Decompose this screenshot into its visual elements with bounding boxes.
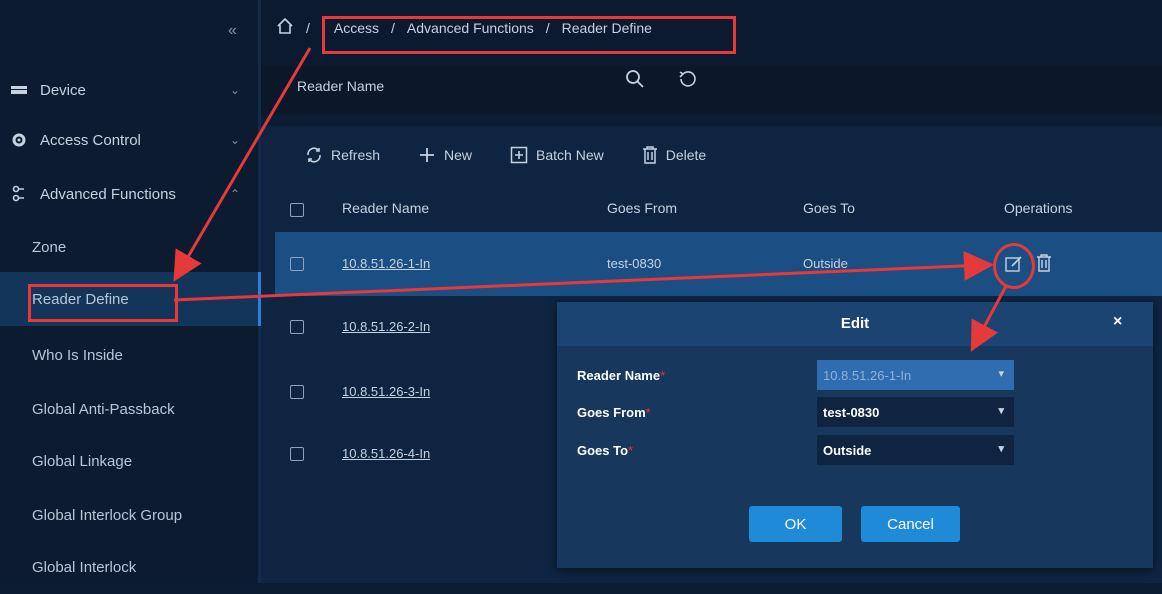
refresh-button[interactable]: Refresh — [305, 146, 380, 164]
search-icon[interactable] — [624, 68, 646, 93]
collapse-sidebar-icon[interactable]: « — [228, 22, 237, 40]
sidebar-group-access-control[interactable]: Access Control ⌄ — [0, 118, 258, 162]
sidebar-item-global-anti-passback[interactable]: Global Anti-Passback — [0, 382, 258, 436]
row-checkbox[interactable] — [290, 320, 304, 334]
ok-button[interactable]: OK — [749, 506, 842, 542]
field-label-goes-to: Goes To* — [577, 443, 633, 458]
toolbar: Refresh New Batch New Delete — [305, 146, 706, 164]
field-label-text: Reader Name — [577, 368, 661, 383]
reader-name-link[interactable]: 10.8.51.26-3-In — [342, 384, 430, 399]
close-icon[interactable]: × — [1113, 313, 1122, 331]
sidebar-item-zone[interactable]: Zone — [0, 220, 258, 274]
delete-label: Delete — [665, 147, 707, 163]
sidebar-item-label: Zone — [32, 238, 67, 256]
field-label-goes-from: Goes From* — [577, 405, 651, 420]
reader-name-link[interactable]: 10.8.51.26-1-In — [342, 256, 430, 271]
select-value: 10.8.51.26-1-In — [823, 367, 912, 383]
reader-define-highlight — [28, 284, 178, 322]
sidebar-group-device[interactable]: Device ⌄ — [0, 68, 258, 112]
sidebar-item-label: Global Anti-Passback — [32, 400, 175, 418]
cancel-button[interactable]: Cancel — [861, 506, 960, 542]
batch-new-button[interactable]: Batch New — [510, 146, 604, 164]
row-checkbox[interactable] — [290, 257, 304, 271]
edit-dialog: Edit × Reader Name* 10.8.51.26-1-In ▾ Go… — [557, 302, 1153, 568]
chevron-down-icon: ▾ — [998, 443, 1004, 455]
device-icon — [10, 81, 28, 99]
batch-add-icon — [510, 146, 528, 164]
sidebar-item-label: Global Linkage — [32, 452, 133, 470]
sidebar-item-global-interlock-group[interactable]: Global Interlock Group — [0, 488, 258, 542]
new-button[interactable]: New — [418, 146, 472, 164]
row-checkbox[interactable] — [290, 447, 304, 461]
required-mark: * — [660, 368, 666, 383]
gear-icon — [10, 131, 28, 149]
edit-icon-highlight — [993, 243, 1035, 289]
advanced-icon — [10, 185, 28, 203]
reader-name-link[interactable]: 10.8.51.26-2-In — [342, 319, 430, 334]
select-all-checkbox[interactable] — [290, 203, 304, 217]
refresh-label: Refresh — [331, 147, 381, 163]
column-header-operations: Operations — [1004, 200, 1073, 216]
column-header-reader-name[interactable]: Reader Name — [342, 200, 429, 216]
select-value: test-0830 — [823, 404, 880, 420]
field-label-text: Goes To — [577, 443, 629, 458]
new-label: New — [444, 147, 473, 163]
required-mark: * — [628, 443, 634, 458]
sidebar-item-label: Who Is Inside — [32, 346, 123, 364]
chevron-down-icon: ⌄ — [230, 133, 241, 147]
sidebar-item-who-is-inside[interactable]: Who Is Inside — [0, 328, 258, 382]
sidebar-group-label: Device — [40, 81, 86, 99]
sidebar-item-global-interlock[interactable]: Global Interlock — [0, 540, 258, 594]
plus-icon — [418, 146, 436, 164]
row-checkbox[interactable] — [290, 385, 304, 399]
select-value: Outside — [823, 442, 872, 458]
delete-button[interactable]: Delete — [642, 146, 706, 164]
field-label-text: Goes From — [577, 405, 646, 420]
batch-new-label: Batch New — [536, 147, 604, 163]
breadcrumb-highlight — [322, 16, 736, 54]
chevron-up-icon: ⌃ — [230, 187, 241, 201]
column-header-goes-to[interactable]: Goes To — [803, 200, 855, 216]
home-icon[interactable] — [276, 17, 294, 37]
trash-icon — [642, 146, 658, 164]
goes-to-select[interactable]: Outside ▾ — [817, 435, 1014, 465]
column-header-goes-from[interactable]: Goes From — [607, 200, 677, 216]
trash-icon[interactable] — [1036, 253, 1052, 276]
sidebar-group-advanced-functions[interactable]: Advanced Functions ⌃ — [0, 172, 258, 216]
sidebar-item-global-linkage[interactable]: Global Linkage — [0, 434, 258, 488]
reset-icon[interactable] — [677, 68, 699, 93]
refresh-icon — [305, 146, 323, 164]
required-mark: * — [645, 405, 651, 420]
field-label-reader-name: Reader Name* — [577, 368, 665, 383]
reader-name-select: 10.8.51.26-1-In ▾ — [817, 360, 1014, 390]
sidebar-group-label: Access Control — [40, 131, 141, 149]
chevron-down-icon: ⌄ — [230, 83, 241, 97]
sidebar-item-label: Global Interlock — [32, 558, 137, 576]
reader-name-link[interactable]: 10.8.51.26-4-In — [342, 446, 430, 461]
search-input[interactable] — [295, 70, 459, 102]
goes-from-cell: test-0830 — [607, 256, 662, 271]
goes-from-select[interactable]: test-0830 ▾ — [817, 397, 1014, 427]
chevron-down-icon: ▾ — [998, 405, 1004, 417]
chevron-down-icon: ▾ — [998, 368, 1004, 380]
sidebar-group-label: Advanced Functions — [40, 185, 176, 203]
sidebar-item-label: Global Interlock Group — [32, 506, 183, 524]
dialog-title: Edit — [840, 315, 870, 332]
breadcrumb-separator: / — [306, 19, 310, 36]
goes-to-cell: Outside — [803, 256, 848, 271]
